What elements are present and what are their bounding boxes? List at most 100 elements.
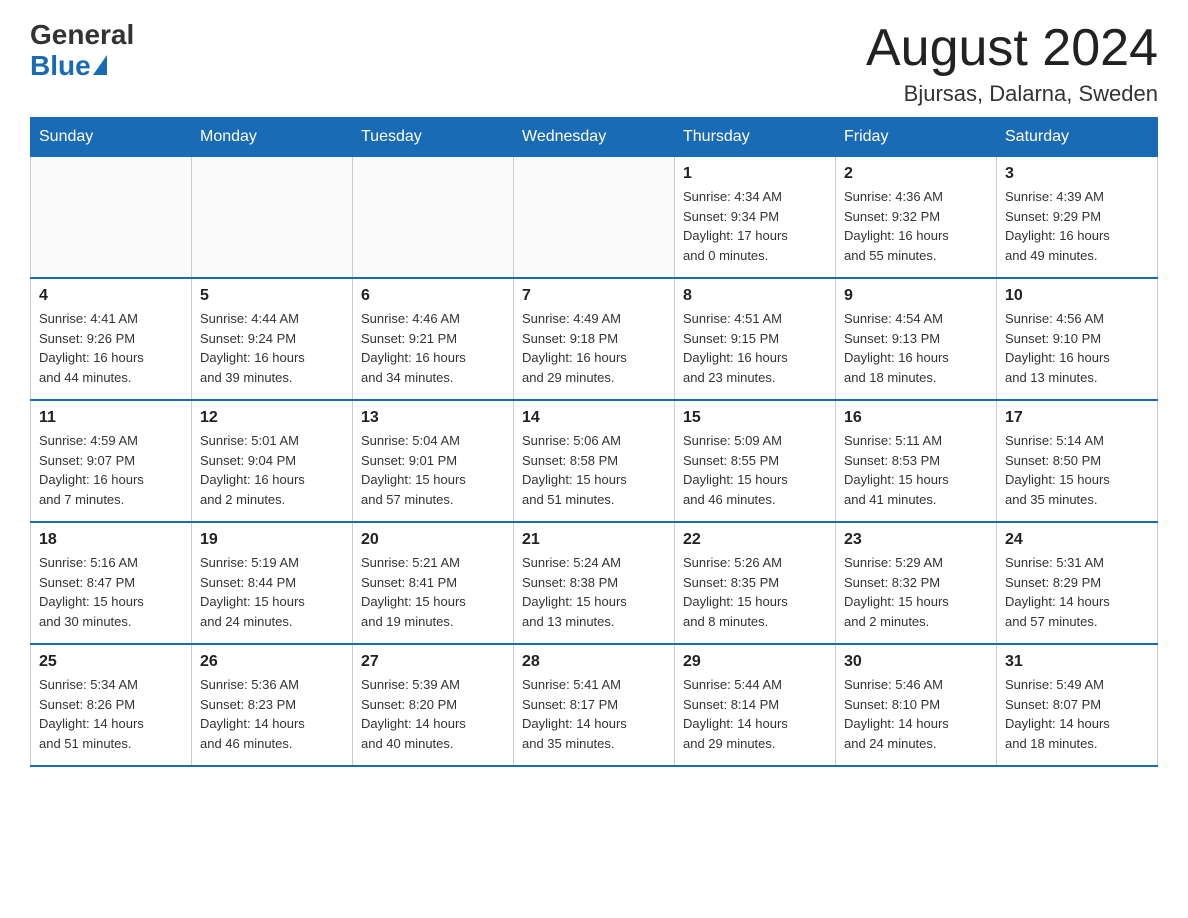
header-friday: Friday bbox=[836, 118, 997, 157]
day-number: 8 bbox=[683, 287, 827, 305]
day-number: 20 bbox=[361, 531, 505, 549]
day-info: Sunrise: 5:24 AM Sunset: 8:38 PM Dayligh… bbox=[522, 553, 666, 631]
day-info: Sunrise: 5:01 AM Sunset: 9:04 PM Dayligh… bbox=[200, 431, 344, 509]
day-number: 13 bbox=[361, 409, 505, 427]
calendar-cell-w1-d0 bbox=[31, 157, 192, 279]
day-info: Sunrise: 5:16 AM Sunset: 8:47 PM Dayligh… bbox=[39, 553, 183, 631]
day-number: 29 bbox=[683, 653, 827, 671]
day-info: Sunrise: 5:19 AM Sunset: 8:44 PM Dayligh… bbox=[200, 553, 344, 631]
calendar-cell-w2-d4: 8 Sunrise: 4:51 AM Sunset: 9:15 PM Daylig… bbox=[675, 278, 836, 400]
day-info: Sunrise: 5:31 AM Sunset: 8:29 PM Dayligh… bbox=[1005, 553, 1149, 631]
calendar-cell-w4-d6: 24Sunrise: 5:31 AM Sunset: 8:29 PM Dayli… bbox=[997, 522, 1158, 644]
calendar-cell-w3-d3: 14Sunrise: 5:06 AM Sunset: 8:58 PM Dayli… bbox=[514, 400, 675, 522]
day-info: Sunrise: 4:51 AM Sunset: 9:15 PM Dayligh… bbox=[683, 309, 827, 387]
calendar-header-row: Sunday Monday Tuesday Wednesday Thursday… bbox=[31, 118, 1158, 157]
calendar-cell-w3-d5: 16 Sunrise: 5:11 AM Sunset: 8:53 PM Dayli… bbox=[836, 400, 997, 522]
calendar-cell-w4-d4: 22 Sunrise: 5:26 AM Sunset: 8:35 PM Dayli… bbox=[675, 522, 836, 644]
day-number: 9 bbox=[844, 287, 988, 305]
calendar-cell-w5-d6: 31 Sunrise: 5:49 AM Sunset: 8:07 PM Dayli… bbox=[997, 644, 1158, 766]
page-header: General Blue August 2024 Bjursas, Dalarn… bbox=[30, 20, 1158, 107]
day-number: 2 bbox=[844, 165, 988, 183]
day-number: 11 bbox=[39, 409, 183, 427]
calendar-cell-w3-d1: 12 Sunrise: 5:01 AM Sunset: 9:04 PM Dayli… bbox=[192, 400, 353, 522]
day-number: 30 bbox=[844, 653, 988, 671]
day-number: 22 bbox=[683, 531, 827, 549]
logo-general: General bbox=[30, 20, 134, 51]
day-number: 1 bbox=[683, 165, 827, 183]
day-number: 21 bbox=[522, 531, 666, 549]
calendar-cell-w4-d5: 23 Sunrise: 5:29 AM Sunset: 8:32 PM Dayli… bbox=[836, 522, 997, 644]
day-number: 6 bbox=[361, 287, 505, 305]
day-number: 12 bbox=[200, 409, 344, 427]
day-number: 17 bbox=[1005, 409, 1149, 427]
calendar-cell-w2-d3: 7 Sunrise: 4:49 AM Sunset: 9:18 PM Daylig… bbox=[514, 278, 675, 400]
header-saturday: Saturday bbox=[997, 118, 1158, 157]
calendar-week-5: 25Sunrise: 5:34 AM Sunset: 8:26 PM Dayli… bbox=[31, 644, 1158, 766]
calendar-cell-w2-d2: 6 Sunrise: 4:46 AM Sunset: 9:21 PM Daylig… bbox=[353, 278, 514, 400]
header-thursday: Thursday bbox=[675, 118, 836, 157]
calendar-cell-w1-d1 bbox=[192, 157, 353, 279]
day-info: Sunrise: 4:36 AM Sunset: 9:32 PM Dayligh… bbox=[844, 187, 988, 265]
day-number: 4 bbox=[39, 287, 183, 305]
calendar-cell-w3-d4: 15 Sunrise: 5:09 AM Sunset: 8:55 PM Dayli… bbox=[675, 400, 836, 522]
calendar-cell-w3-d2: 13 Sunrise: 5:04 AM Sunset: 9:01 PM Dayli… bbox=[353, 400, 514, 522]
day-number: 10 bbox=[1005, 287, 1149, 305]
day-number: 15 bbox=[683, 409, 827, 427]
day-number: 31 bbox=[1005, 653, 1149, 671]
calendar-cell-w2-d6: 10 Sunrise: 4:56 AM Sunset: 9:10 PM Dayli… bbox=[997, 278, 1158, 400]
day-info: Sunrise: 4:41 AM Sunset: 9:26 PM Dayligh… bbox=[39, 309, 183, 387]
day-info: Sunrise: 4:44 AM Sunset: 9:24 PM Dayligh… bbox=[200, 309, 344, 387]
day-info: Sunrise: 5:06 AM Sunset: 8:58 PM Dayligh… bbox=[522, 431, 666, 509]
day-info: Sunrise: 4:46 AM Sunset: 9:21 PM Dayligh… bbox=[361, 309, 505, 387]
day-info: Sunrise: 5:34 AM Sunset: 8:26 PM Dayligh… bbox=[39, 675, 183, 753]
day-number: 7 bbox=[522, 287, 666, 305]
day-info: Sunrise: 4:49 AM Sunset: 9:18 PM Dayligh… bbox=[522, 309, 666, 387]
logo-blue: Blue bbox=[30, 51, 91, 82]
day-info: Sunrise: 5:21 AM Sunset: 8:41 PM Dayligh… bbox=[361, 553, 505, 631]
day-info: Sunrise: 5:49 AM Sunset: 8:07 PM Dayligh… bbox=[1005, 675, 1149, 753]
day-info: Sunrise: 5:29 AM Sunset: 8:32 PM Dayligh… bbox=[844, 553, 988, 631]
calendar-cell-w4-d2: 20 Sunrise: 5:21 AM Sunset: 8:41 PM Dayli… bbox=[353, 522, 514, 644]
calendar-week-2: 4 Sunrise: 4:41 AM Sunset: 9:26 PM Daylig… bbox=[31, 278, 1158, 400]
month-year-title: August 2024 bbox=[866, 20, 1158, 77]
day-info: Sunrise: 5:11 AM Sunset: 8:53 PM Dayligh… bbox=[844, 431, 988, 509]
day-info: Sunrise: 4:56 AM Sunset: 9:10 PM Dayligh… bbox=[1005, 309, 1149, 387]
calendar-cell-w5-d1: 26 Sunrise: 5:36 AM Sunset: 8:23 PM Dayli… bbox=[192, 644, 353, 766]
calendar-cell-w2-d1: 5 Sunrise: 4:44 AM Sunset: 9:24 PM Daylig… bbox=[192, 278, 353, 400]
day-info: Sunrise: 5:09 AM Sunset: 8:55 PM Dayligh… bbox=[683, 431, 827, 509]
calendar-cell-w3-d0: 11Sunrise: 4:59 AM Sunset: 9:07 PM Dayli… bbox=[31, 400, 192, 522]
day-number: 3 bbox=[1005, 165, 1149, 183]
day-info: Sunrise: 4:34 AM Sunset: 9:34 PM Dayligh… bbox=[683, 187, 827, 265]
day-number: 18 bbox=[39, 531, 183, 549]
day-info: Sunrise: 5:26 AM Sunset: 8:35 PM Dayligh… bbox=[683, 553, 827, 631]
calendar-week-4: 18 Sunrise: 5:16 AM Sunset: 8:47 PM Dayli… bbox=[31, 522, 1158, 644]
day-info: Sunrise: 5:46 AM Sunset: 8:10 PM Dayligh… bbox=[844, 675, 988, 753]
day-number: 5 bbox=[200, 287, 344, 305]
header-sunday: Sunday bbox=[31, 118, 192, 157]
calendar-cell-w2-d5: 9 Sunrise: 4:54 AM Sunset: 9:13 PM Daylig… bbox=[836, 278, 997, 400]
calendar-cell-w1-d5: 2 Sunrise: 4:36 AM Sunset: 9:32 PM Daylig… bbox=[836, 157, 997, 279]
day-info: Sunrise: 4:54 AM Sunset: 9:13 PM Dayligh… bbox=[844, 309, 988, 387]
logo-arrow-icon bbox=[93, 55, 107, 75]
calendar-cell-w5-d5: 30 Sunrise: 5:46 AM Sunset: 8:10 PM Dayli… bbox=[836, 644, 997, 766]
day-number: 26 bbox=[200, 653, 344, 671]
day-number: 16 bbox=[844, 409, 988, 427]
day-info: Sunrise: 5:39 AM Sunset: 8:20 PM Dayligh… bbox=[361, 675, 505, 753]
day-number: 19 bbox=[200, 531, 344, 549]
header-tuesday: Tuesday bbox=[353, 118, 514, 157]
day-number: 28 bbox=[522, 653, 666, 671]
calendar-cell-w2-d0: 4 Sunrise: 4:41 AM Sunset: 9:26 PM Daylig… bbox=[31, 278, 192, 400]
calendar-cell-w4-d3: 21 Sunrise: 5:24 AM Sunset: 8:38 PM Dayli… bbox=[514, 522, 675, 644]
day-info: Sunrise: 4:39 AM Sunset: 9:29 PM Dayligh… bbox=[1005, 187, 1149, 265]
day-number: 23 bbox=[844, 531, 988, 549]
calendar-cell-w1-d3 bbox=[514, 157, 675, 279]
calendar-cell-w5-d0: 25Sunrise: 5:34 AM Sunset: 8:26 PM Dayli… bbox=[31, 644, 192, 766]
calendar-cell-w4-d0: 18 Sunrise: 5:16 AM Sunset: 8:47 PM Dayli… bbox=[31, 522, 192, 644]
calendar-cell-w1-d4: 1 Sunrise: 4:34 AM Sunset: 9:34 PM Daylig… bbox=[675, 157, 836, 279]
day-number: 27 bbox=[361, 653, 505, 671]
title-area: August 2024 Bjursas, Dalarna, Sweden bbox=[866, 20, 1158, 107]
calendar-table: Sunday Monday Tuesday Wednesday Thursday… bbox=[30, 117, 1158, 767]
day-info: Sunrise: 5:36 AM Sunset: 8:23 PM Dayligh… bbox=[200, 675, 344, 753]
day-info: Sunrise: 5:44 AM Sunset: 8:14 PM Dayligh… bbox=[683, 675, 827, 753]
day-info: Sunrise: 5:04 AM Sunset: 9:01 PM Dayligh… bbox=[361, 431, 505, 509]
